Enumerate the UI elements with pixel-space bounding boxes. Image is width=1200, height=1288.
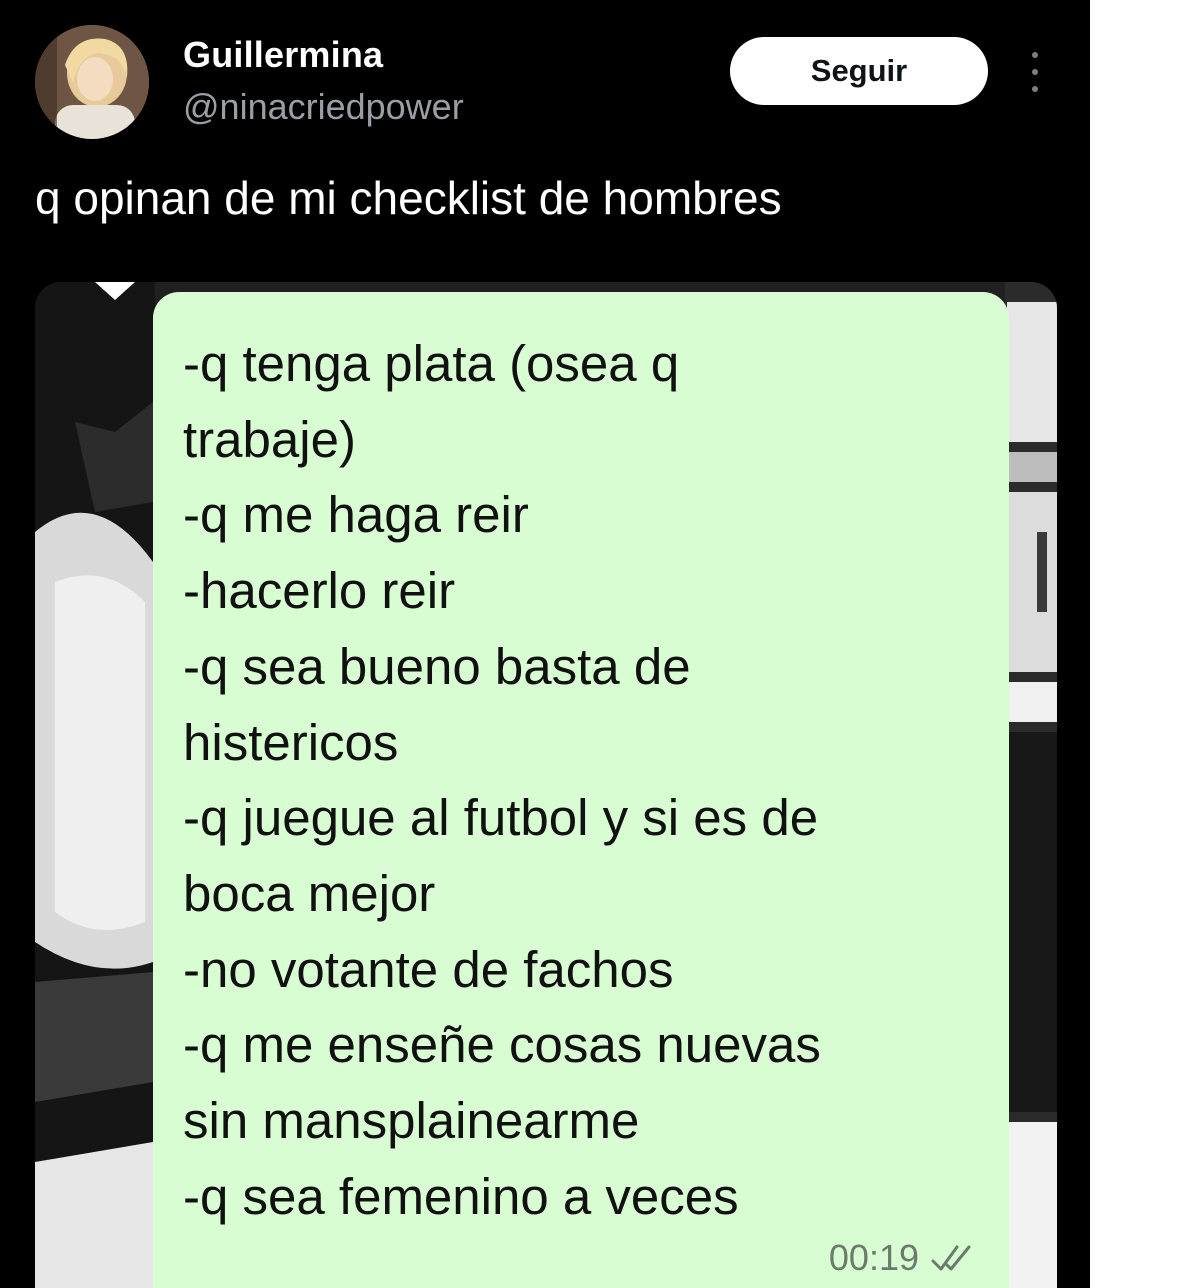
checklist-line: -hacerlo reir [183,562,456,620]
message-meta: 00:19 [829,1237,977,1279]
checklist-line: -q sea femenino a veces [183,1167,739,1225]
checklist-line: -q juegue al futbol y si es de [183,789,819,847]
more-vertical-icon[interactable] [1020,52,1050,92]
checklist-line: sin mansplainearme [183,1092,640,1150]
follow-button[interactable]: Seguir [730,37,988,105]
tweet-card: Guillermina @ninacriedpower Seguir q opi… [0,0,1090,1288]
tweet-media[interactable]: -q tenga plata (osea q trabaje) -q me ha… [35,282,1057,1288]
checklist-line: histericos [183,713,399,771]
checklist-line: -no votante de fachos [183,940,674,998]
tweet-text: q opinan de mi checklist de hombres [35,172,782,224]
author-name[interactable]: Guillermina [183,34,383,76]
double-check-icon [929,1243,977,1273]
checklist-line: -q me haga reir [183,486,529,544]
message-time: 00:19 [828,1237,919,1278]
checklist-line: -q me enseñe cosas nuevas [183,1016,821,1074]
profile-photo [35,25,149,139]
avatar[interactable] [35,25,149,139]
checklist: -q tenga plata (osea q trabaje) -q me ha… [183,326,983,1234]
chat-message-bubble: -q tenga plata (osea q trabaje) -q me ha… [153,292,1009,1288]
checklist-line: trabaje) [183,410,356,468]
checklist-line: boca mejor [183,864,436,922]
checklist-line: -q sea bueno basta de [183,637,691,695]
checklist-line: -q tenga plata (osea q [183,335,680,392]
author-handle[interactable]: @ninacriedpower [183,86,464,128]
